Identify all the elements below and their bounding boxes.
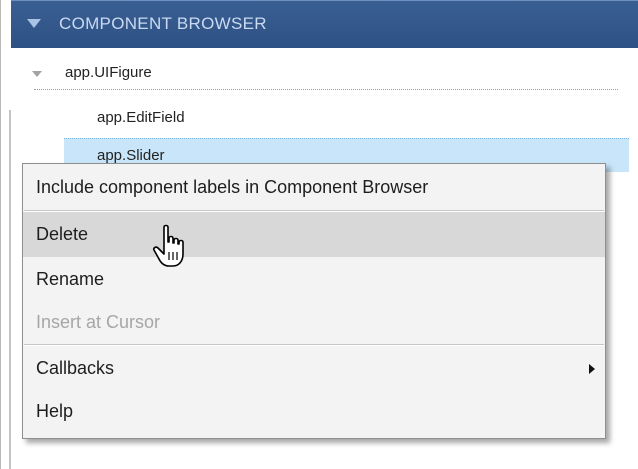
panel-edge <box>9 110 11 469</box>
hand-pointer-icon <box>153 224 184 267</box>
menu-item-delete[interactable]: Delete <box>23 212 605 257</box>
menu-item-help[interactable]: Help <box>23 389 605 434</box>
menu-item-insert-at-cursor: Insert at Cursor <box>23 300 605 345</box>
tree-expand-icon[interactable] <box>32 71 42 77</box>
submenu-arrow-icon <box>589 364 595 374</box>
context-menu: Include component labels in Component Br… <box>22 163 606 439</box>
tree-node-label: app.Slider <box>97 147 165 164</box>
collapse-triangle-icon[interactable] <box>27 19 41 28</box>
menu-item-rename[interactable]: Rename <box>23 257 605 302</box>
menu-item-label: Include component labels in Component Br… <box>36 177 429 197</box>
menu-item-label: Callbacks <box>36 358 115 378</box>
menu-item-include-labels[interactable]: Include component labels in Component Br… <box>23 165 605 210</box>
tree-node-root[interactable]: app.UIFigure <box>22 56 622 90</box>
app-designer-window: COMPONENT BROWSER app.UIFigure app.EditF… <box>0 0 638 469</box>
menu-item-label: Help <box>36 401 74 421</box>
tree-divider <box>34 89 618 90</box>
tree-node-editfield[interactable]: app.EditField <box>64 100 618 134</box>
menu-item-label: Delete <box>36 224 89 244</box>
tree-node-label: app.UIFigure <box>65 64 152 81</box>
tree-node-label: app.EditField <box>97 109 185 126</box>
panel-title: COMPONENT BROWSER <box>59 14 267 33</box>
window-edge <box>0 0 1 469</box>
menu-item-label: Rename <box>36 269 105 289</box>
component-browser-header[interactable]: COMPONENT BROWSER <box>11 0 638 48</box>
menu-item-label: Insert at Cursor <box>36 312 161 332</box>
menu-item-callbacks[interactable]: Callbacks <box>23 346 605 391</box>
